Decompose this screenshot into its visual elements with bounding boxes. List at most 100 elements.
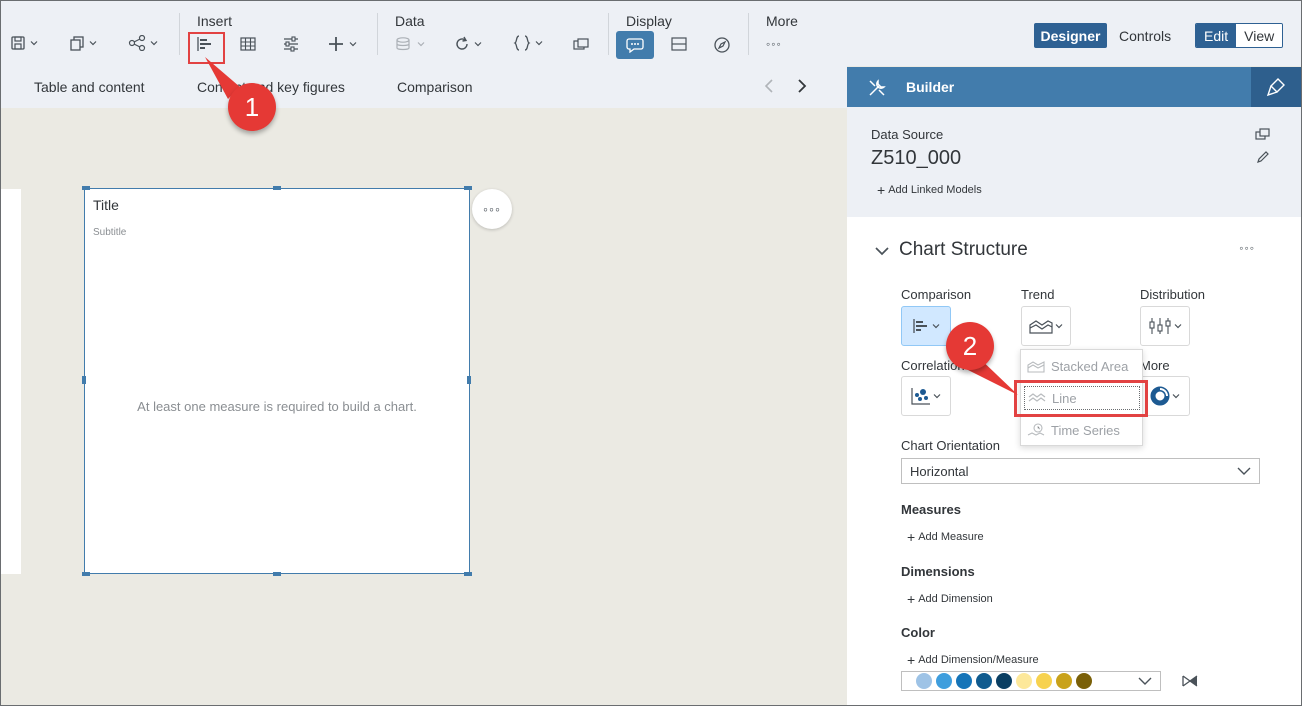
color-sync-icon[interactable]: [1181, 673, 1199, 692]
palette-swatch: [1076, 673, 1092, 689]
add-linked-models-link[interactable]: + Add Linked Models: [877, 182, 982, 198]
data-source-menu-button[interactable]: [395, 36, 425, 52]
designer-button[interactable]: Designer: [1034, 23, 1107, 48]
insert-input-control-button[interactable]: [282, 36, 300, 52]
chevron-down-icon: [1172, 394, 1180, 399]
view-mode-button[interactable]: View: [1236, 24, 1283, 47]
menu-item-stacked-area[interactable]: Stacked Area: [1027, 354, 1128, 378]
chart-structure-more-button[interactable]: ◦◦◦: [1239, 241, 1255, 255]
resize-handle[interactable]: [467, 376, 471, 384]
chevron-down-icon: [933, 394, 941, 399]
dimensions-label: Dimensions: [901, 564, 975, 579]
insert-add-menu-button[interactable]: [327, 35, 357, 53]
palette-swatch: [1016, 673, 1032, 689]
data-group-label: Data: [395, 13, 425, 29]
layout-split-icon: [671, 37, 687, 51]
insert-table-button[interactable]: [239, 36, 257, 52]
resize-handle[interactable]: [273, 572, 281, 576]
comment-mode-button[interactable]: [616, 31, 654, 59]
trend-chart-type-button[interactable]: [1021, 306, 1071, 346]
controls-button[interactable]: Controls: [1119, 23, 1171, 48]
add-measure-link[interactable]: + Add Measure: [907, 529, 984, 545]
add-dimension-measure-link[interactable]: + Add Dimension/Measure: [907, 652, 1039, 668]
toolbar-separator: [748, 13, 749, 55]
step-callout-2: 2: [946, 322, 994, 370]
time-series-icon: [1027, 423, 1045, 436]
builder-panel-header: Builder: [847, 67, 1301, 107]
box-plot-icon: [1149, 318, 1171, 334]
chart-orientation-select[interactable]: Horizontal: [901, 458, 1260, 484]
curly-braces-icon: [513, 35, 531, 51]
resize-handle[interactable]: [82, 186, 90, 190]
chevron-down-icon: [1174, 324, 1182, 329]
edit-mode-button[interactable]: Edit: [1196, 24, 1237, 47]
linked-analysis-button[interactable]: [572, 36, 590, 52]
bar-chart-icon: [913, 319, 927, 333]
explorer-button[interactable]: [713, 36, 731, 54]
edit-pencil-icon[interactable]: [1256, 150, 1270, 167]
chart-structure-title: Chart Structure: [899, 239, 1028, 260]
copy-menu-button[interactable]: [69, 35, 97, 51]
palette-swatches: [916, 673, 1092, 689]
adjacent-widget[interactable]: [1, 189, 21, 574]
step-callout-1: 1: [228, 83, 276, 131]
resize-handle[interactable]: [273, 186, 281, 190]
copy-icon: [70, 36, 84, 51]
collapse-chevron-icon[interactable]: [875, 244, 889, 259]
correlation-chart-type-button[interactable]: [901, 376, 951, 416]
data-source-section: Data Source Z510_000 + Add Linked Models: [847, 107, 1301, 217]
comment-icon: [626, 38, 644, 53]
display-group-label: Display: [626, 13, 672, 29]
insert-group-label: Insert: [197, 13, 233, 29]
bubble-chart-icon: [911, 388, 930, 405]
chevron-down-icon: [417, 42, 425, 47]
trend-label: Trend: [1021, 287, 1055, 302]
chevron-down-icon: [30, 41, 38, 46]
carousel-prev-button[interactable]: [763, 78, 777, 97]
add-dimension-link[interactable]: + Add Dimension: [907, 591, 993, 607]
chevron-down-icon: [349, 42, 357, 47]
styling-tab[interactable]: [1251, 67, 1301, 107]
main-toolbar: Insert Data Display More ◦◦◦ Designer Co…: [1, 1, 1301, 66]
menu-item-label: Stacked Area: [1051, 358, 1129, 374]
share-icon: [128, 35, 146, 51]
data-source-label: Data Source: [871, 127, 944, 142]
chart-empty-message: At least one measure is required to buil…: [137, 399, 417, 414]
template-tab-comparison[interactable]: Comparison: [397, 79, 472, 95]
section-layout-button[interactable]: [670, 36, 688, 52]
refresh-menu-button[interactable]: [454, 36, 482, 52]
palette-swatch: [996, 673, 1012, 689]
resize-handle[interactable]: [82, 376, 86, 384]
compass-icon: [714, 37, 730, 53]
chart-subtitle[interactable]: Subtitle: [93, 227, 126, 238]
chart-title[interactable]: Title: [93, 197, 119, 213]
line-option-highlight: [1014, 380, 1148, 417]
switch-model-icon[interactable]: [1255, 127, 1271, 144]
menu-item-time-series[interactable]: Time Series: [1027, 418, 1120, 442]
more-group-label: More: [766, 13, 798, 29]
resize-handle[interactable]: [464, 572, 472, 576]
add-measure-label: Add Measure: [918, 531, 984, 543]
more-chart-label: More: [1140, 358, 1170, 373]
template-tab-table-content[interactable]: Table and content: [34, 79, 145, 95]
menu-item-label: Time Series: [1051, 422, 1120, 438]
resize-handle[interactable]: [82, 572, 90, 576]
widget-more-button[interactable]: ◦◦◦: [472, 189, 512, 229]
chevron-down-icon: [535, 41, 543, 46]
plus-icon: +: [907, 652, 916, 668]
donut-chart-icon: [1150, 386, 1170, 406]
palette-swatch: [1056, 673, 1072, 689]
comparison-chart-type-button[interactable]: [901, 306, 951, 346]
stacked-area-icon: [1027, 361, 1045, 373]
share-menu-button[interactable]: [128, 35, 158, 51]
chevron-right-icon: [798, 79, 807, 93]
more-menu-button[interactable]: ◦◦◦: [766, 37, 782, 51]
save-menu-button[interactable]: [10, 35, 38, 51]
distribution-chart-type-button[interactable]: [1140, 306, 1190, 346]
formula-menu-button[interactable]: [513, 35, 543, 51]
chart-widget[interactable]: Title Subtitle At least one measure is r…: [84, 188, 470, 574]
color-palette-select[interactable]: [901, 671, 1161, 691]
carousel-next-button[interactable]: [795, 78, 809, 97]
resize-handle[interactable]: [464, 186, 472, 190]
comparison-label: Comparison: [901, 287, 972, 302]
